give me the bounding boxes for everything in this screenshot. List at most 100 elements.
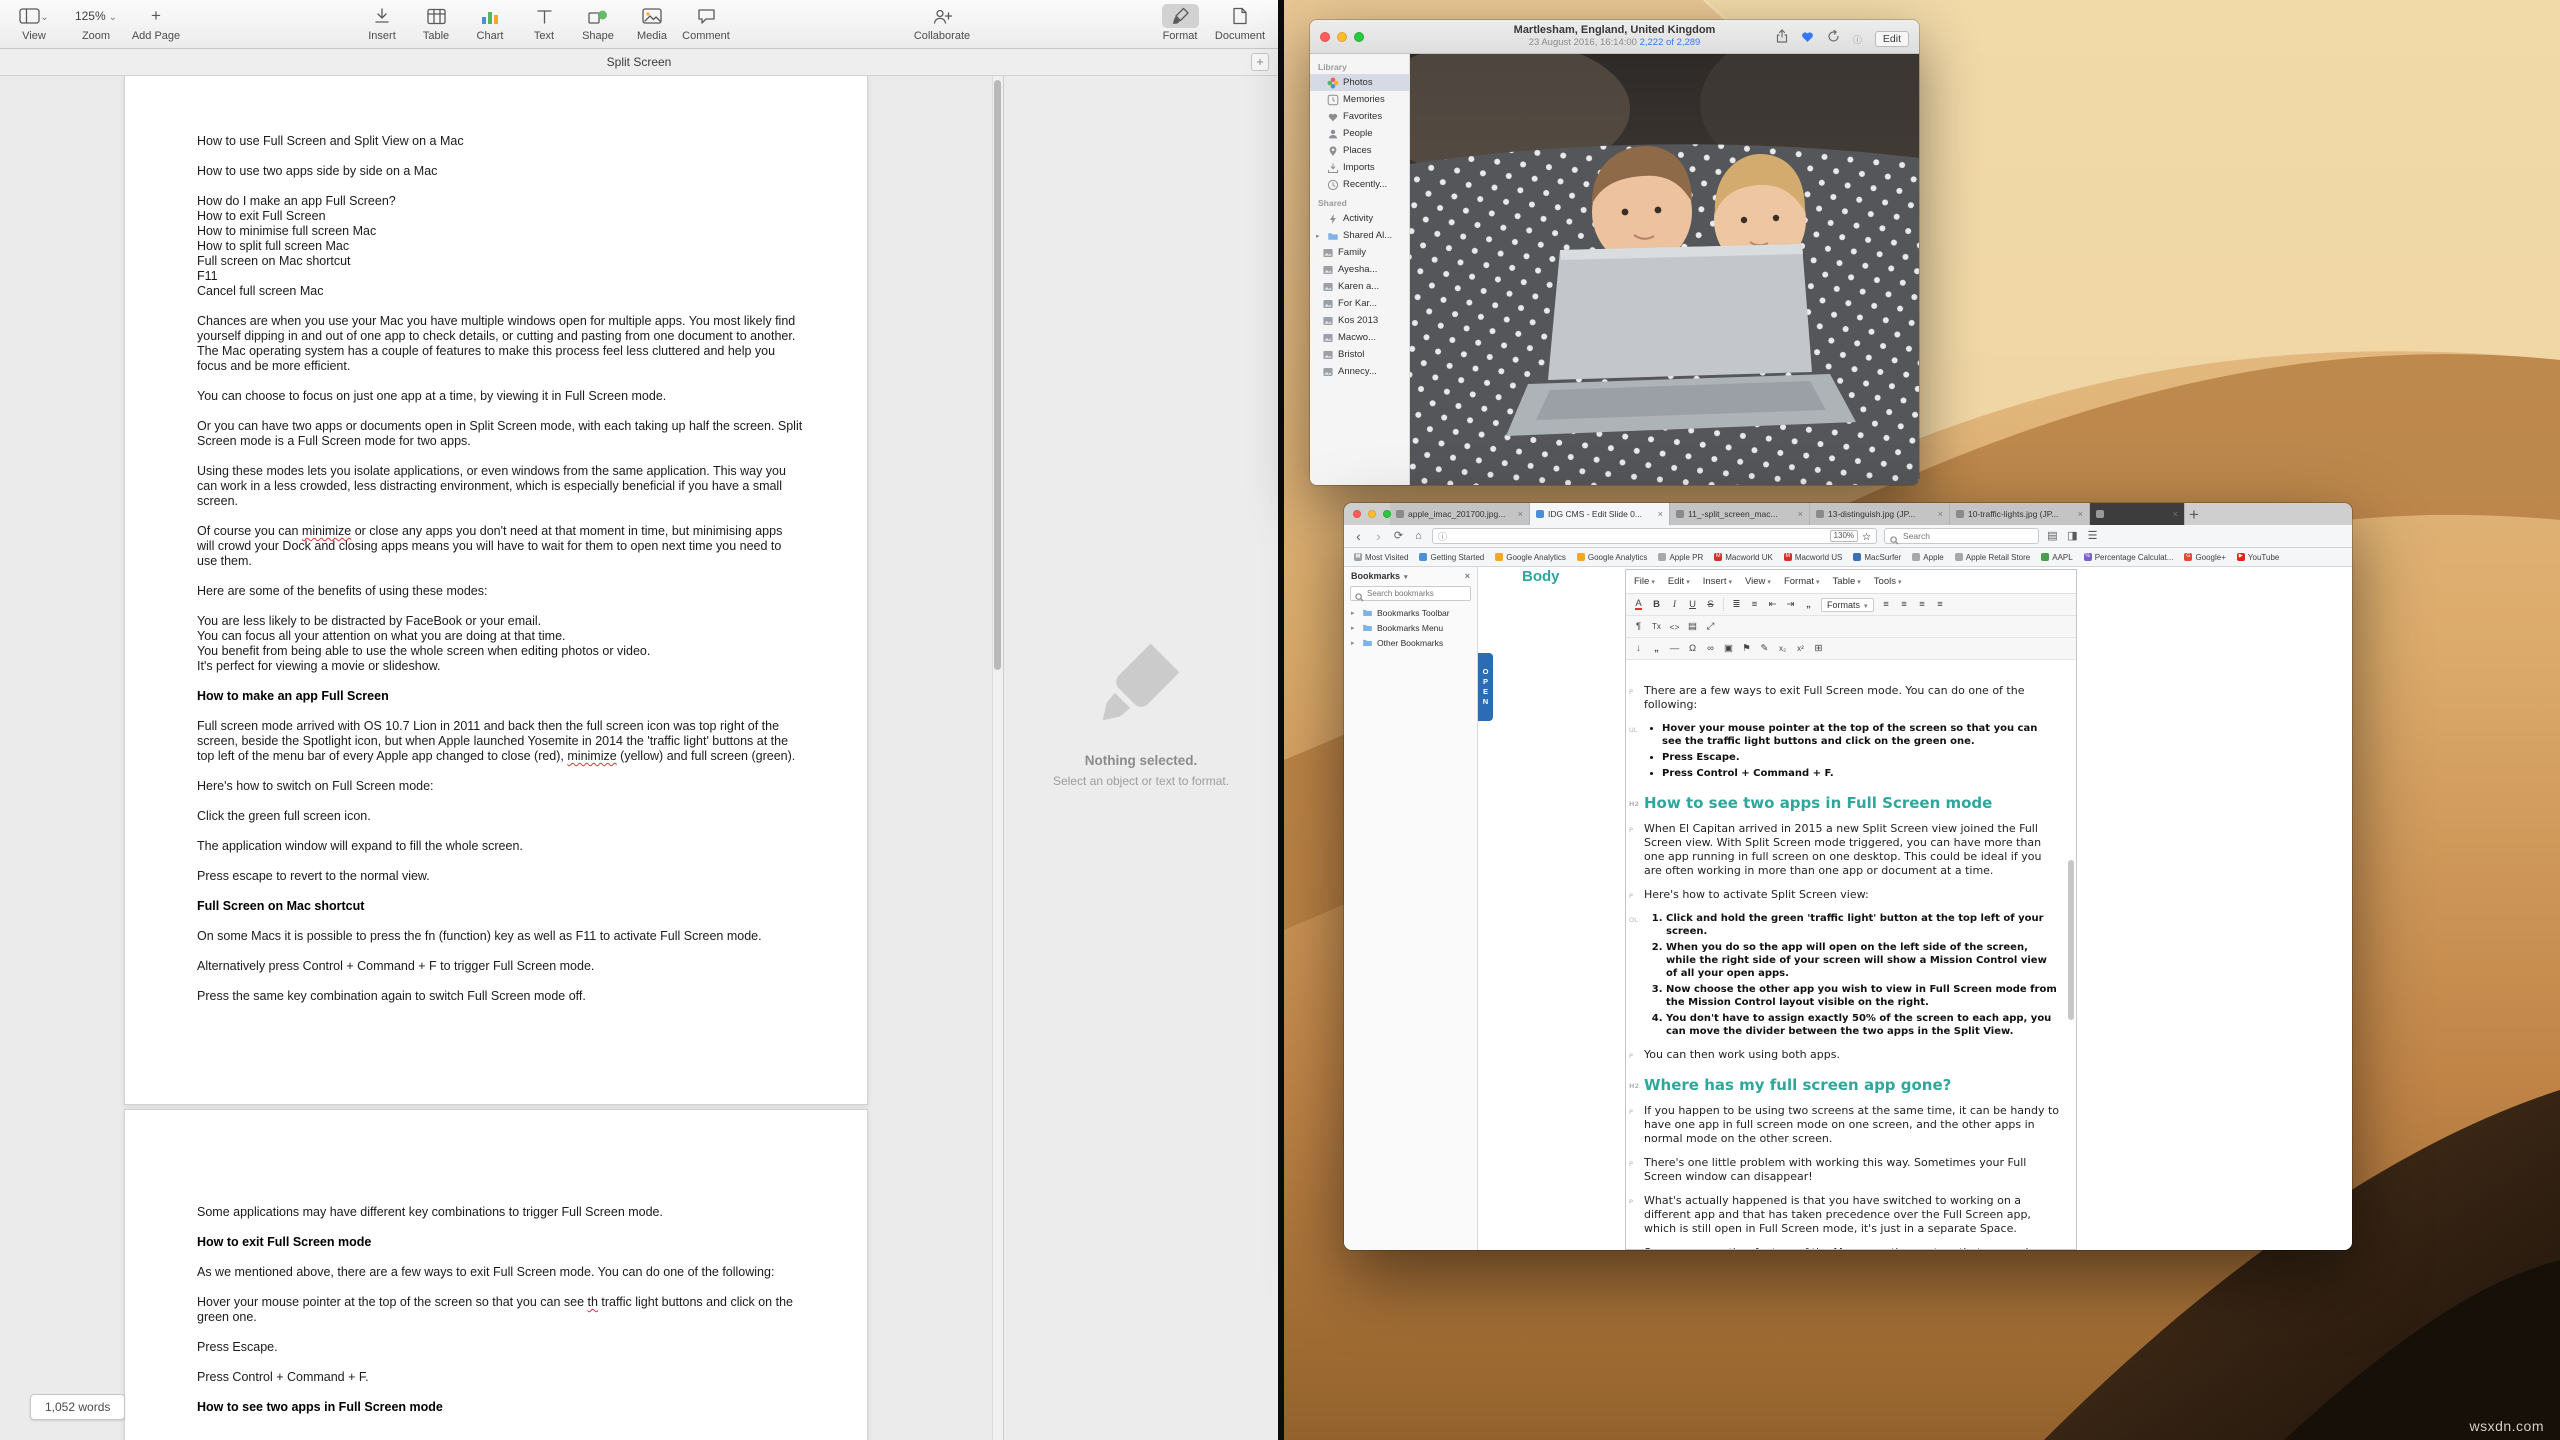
editor-block-p[interactable]: PSpaces are another feature of the Mac o… (1644, 1246, 2060, 1249)
site-info-icon[interactable] (1438, 527, 1447, 545)
fullscreen-button[interactable] (1702, 618, 1719, 635)
sidebar-item[interactable]: People (1310, 125, 1409, 142)
sidebar-item[interactable]: Recently... (1310, 176, 1409, 193)
browser-tab[interactable]: 13-distinguish.jpg (JP... (1810, 503, 1950, 525)
editor-block-p[interactable]: P You can then work using both apps. (1629, 1048, 2060, 1062)
clear-formatting-button[interactable] (1648, 618, 1665, 635)
zoom-button[interactable] (1383, 510, 1391, 518)
editor-menu[interactable]: File (1634, 576, 1655, 587)
numbered-list-button[interactable] (1746, 596, 1763, 613)
bold-button[interactable] (1648, 596, 1665, 613)
insert-link-button[interactable] (1702, 640, 1719, 657)
outdent-button[interactable] (1764, 596, 1781, 613)
expander-icon[interactable] (1351, 639, 1358, 647)
paste-as-text-button[interactable] (1684, 618, 1701, 635)
bookmark-item[interactable]: Apple Retail Store (1954, 553, 2030, 562)
reload-button[interactable] (1392, 531, 1405, 542)
zoom-control[interactable]: 125% Zoom (66, 4, 126, 42)
add-tab-button[interactable] (1251, 53, 1269, 71)
home-button[interactable] (1412, 531, 1425, 542)
insert-button[interactable]: Insert (352, 4, 412, 42)
scrollbar-thumb[interactable] (994, 80, 1001, 670)
browser-tab[interactable]: IDG CMS - Edit Slide 0... (1530, 503, 1670, 525)
expander-icon[interactable] (1316, 232, 1323, 240)
browser-tab[interactable]: 11_-split_screen_mac... (1670, 503, 1810, 525)
sidebar-album-item[interactable]: Karen a... (1310, 278, 1409, 295)
open-drawer-tab[interactable]: OPEN (1478, 653, 1493, 721)
bookmarks-tree-item[interactable]: Other Bookmarks (1344, 635, 1477, 650)
sidebar-album-item[interactable]: Annecy... (1310, 363, 1409, 380)
sidebar-item[interactable]: Shared Al... (1310, 227, 1409, 244)
sidebar-item[interactable]: Places (1310, 142, 1409, 159)
bookmark-item[interactable]: Google Analytics (1576, 553, 1647, 562)
bullet-list-button[interactable] (1728, 596, 1745, 613)
editor-block-p[interactable]: P What's actually happened is that you ha… (1629, 1194, 2060, 1236)
edit-button[interactable]: Edit (1874, 30, 1909, 47)
underline-button[interactable] (1684, 596, 1701, 613)
horizontal-rule-button[interactable] (1666, 640, 1683, 657)
blockquote-button[interactable] (1800, 596, 1817, 613)
comment-button[interactable]: Comment (676, 4, 736, 42)
editor-menu[interactable]: Table (1833, 576, 1861, 587)
zoom-button[interactable] (1354, 32, 1364, 42)
editor-list-item[interactable]: Press Escape. (1662, 751, 2060, 764)
bookmark-item[interactable]: ▶ YouTube (2236, 553, 2279, 562)
editor-list-item[interactable]: When you do so the app will open on the … (1666, 941, 2060, 980)
bookmark-item[interactable]: Apple PR (1658, 553, 1703, 562)
chevron-down-icon[interactable] (1404, 571, 1408, 581)
share-icon[interactable] (1776, 29, 1788, 48)
align-right-button[interactable] (1914, 596, 1931, 613)
text-button[interactable]: Text (514, 4, 574, 42)
bookmark-item[interactable]: Getting Started (1419, 553, 1484, 562)
align-justify-button[interactable] (1932, 596, 1949, 613)
search-input[interactable] (1903, 531, 2033, 541)
italic-button[interactable] (1666, 596, 1683, 613)
sidebar-album-item[interactable]: Macwo... (1310, 329, 1409, 346)
bookmark-item[interactable]: MacSurfer (1853, 553, 1901, 562)
tab-close-icon[interactable] (2173, 509, 2178, 519)
save-button[interactable] (1630, 640, 1647, 657)
menu-icon[interactable] (2086, 531, 2099, 542)
favorite-icon[interactable] (1801, 30, 1814, 48)
photo-view[interactable] (1410, 54, 1919, 485)
quote-button[interactable] (1648, 640, 1665, 657)
bookmarks-tree-item[interactable]: Bookmarks Toolbar (1344, 605, 1477, 620)
new-tab-button[interactable] (2189, 506, 2199, 523)
editor-list-item[interactable]: You don't have to assign exactly 50% of … (1666, 1012, 2060, 1038)
bookmark-item[interactable]: M Macworld UK (1714, 553, 1773, 562)
document-page-2[interactable]: Some applications may have different key… (124, 1109, 868, 1440)
sidebar-toggle-icon[interactable] (2066, 531, 2079, 542)
close-sidebar-icon[interactable] (1465, 571, 1470, 581)
address-bar[interactable]: 130% (1432, 528, 1877, 544)
minimize-button[interactable] (1337, 32, 1347, 42)
find-replace-button[interactable] (1756, 640, 1773, 657)
document-canvas[interactable]: How to use Full Screen and Split View on… (0, 76, 1003, 1440)
library-icon[interactable] (2046, 531, 2059, 542)
expander-icon[interactable] (1351, 624, 1358, 632)
shape-button[interactable]: Shape (568, 4, 628, 42)
bookmark-item[interactable]: AAPL (2041, 553, 2073, 562)
editor-block-p[interactable]: P If you happen to be using two screens a… (1629, 1104, 2060, 1146)
editor-list-item[interactable]: Hover your mouse pointer at the top of t… (1662, 722, 2060, 748)
tab-close-icon[interactable] (1658, 509, 1663, 519)
bookmark-item[interactable]: % Percentage Calculat... (2083, 553, 2173, 562)
sidebar-album-item[interactable]: Kos 2013 (1310, 312, 1409, 329)
browser-tab[interactable]: 10-traffic-lights.jpg (JP... (1950, 503, 2090, 525)
align-left-button[interactable] (1878, 596, 1895, 613)
special-character-button[interactable] (1684, 640, 1701, 657)
sidebar-item[interactable]: Imports (1310, 159, 1409, 176)
bookmarks-search-input[interactable] (1367, 589, 1466, 598)
source-code-button[interactable] (1666, 618, 1683, 635)
rotate-icon[interactable] (1827, 29, 1840, 48)
editor-list-item[interactable]: Click and hold the green 'traffic light'… (1666, 912, 2060, 938)
bookmark-item[interactable]: ▦ Most Visited (1354, 553, 1408, 562)
editor-block-p[interactable]: P There's one little problem with working… (1629, 1156, 2060, 1184)
sidebar-album-item[interactable]: Ayesha... (1310, 261, 1409, 278)
close-button[interactable] (1353, 510, 1361, 518)
view-button[interactable]: View (4, 4, 64, 42)
url-input[interactable] (1451, 531, 1826, 541)
subscript-button[interactable] (1774, 640, 1791, 657)
bookmark-item[interactable]: M Macworld US (1783, 553, 1842, 562)
media-button[interactable]: Media (622, 4, 682, 42)
info-icon[interactable] (1853, 30, 1862, 48)
